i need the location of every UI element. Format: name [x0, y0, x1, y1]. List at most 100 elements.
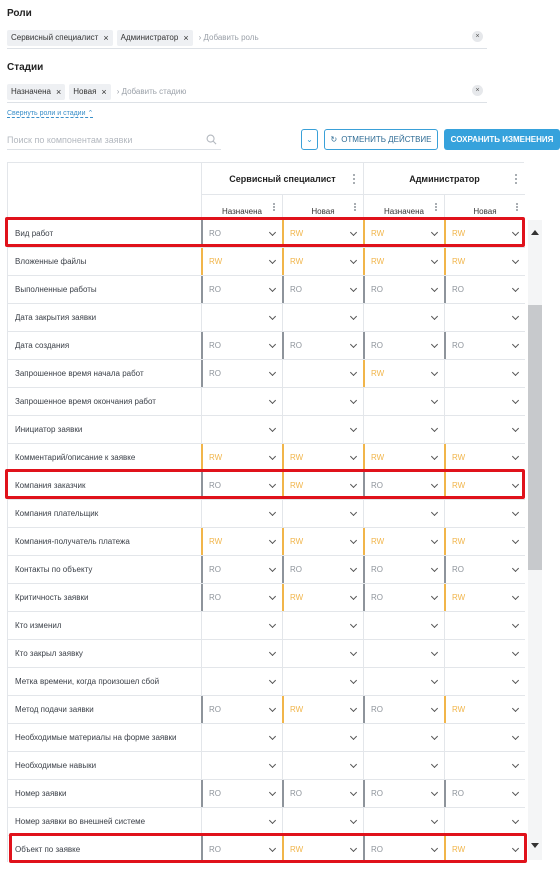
- remove-tag-icon[interactable]: ×: [183, 33, 188, 43]
- collapse-roles-stages-link[interactable]: Свернуть роли и стадии ⌃: [7, 109, 94, 118]
- kebab-menu-icon[interactable]: [354, 203, 357, 211]
- permission-select[interactable]: RO: [201, 276, 282, 303]
- permission-select[interactable]: RW: [282, 248, 363, 275]
- permission-select[interactable]: RO: [282, 276, 363, 303]
- permission-select[interactable]: RO: [201, 360, 282, 387]
- remove-tag-icon[interactable]: ×: [103, 33, 108, 43]
- permission-select[interactable]: RW: [282, 220, 363, 247]
- kebab-menu-icon[interactable]: [353, 174, 356, 184]
- permission-select[interactable]: [201, 668, 282, 695]
- remove-tag-icon[interactable]: ×: [56, 87, 61, 97]
- clear-stages-icon[interactable]: ×: [472, 85, 483, 96]
- permission-select[interactable]: RO: [363, 276, 444, 303]
- permission-select[interactable]: RO: [201, 696, 282, 723]
- stages-selector[interactable]: Назначена × Новая × › Добавить стадию ×: [7, 81, 487, 103]
- permission-select[interactable]: [201, 304, 282, 331]
- permission-select[interactable]: [201, 416, 282, 443]
- permission-select[interactable]: [444, 360, 525, 387]
- permission-select[interactable]: RO: [444, 780, 525, 807]
- permission-select[interactable]: [363, 640, 444, 667]
- permission-select[interactable]: [444, 640, 525, 667]
- scroll-up-icon[interactable]: [531, 230, 539, 235]
- permission-select[interactable]: [282, 612, 363, 639]
- permission-select[interactable]: [444, 612, 525, 639]
- permission-select[interactable]: [444, 724, 525, 751]
- permission-select[interactable]: [444, 752, 525, 779]
- permission-select[interactable]: RW: [444, 248, 525, 275]
- permission-select[interactable]: [201, 388, 282, 415]
- permission-select[interactable]: [282, 304, 363, 331]
- permission-select[interactable]: RO: [201, 836, 282, 863]
- permission-select[interactable]: [444, 500, 525, 527]
- permission-select[interactable]: [363, 416, 444, 443]
- permission-select[interactable]: RW: [201, 444, 282, 471]
- permission-select[interactable]: RW: [282, 528, 363, 555]
- permission-select[interactable]: RW: [282, 584, 363, 611]
- search-icon[interactable]: [206, 134, 217, 145]
- permission-select[interactable]: RW: [444, 528, 525, 555]
- permission-select[interactable]: RW: [363, 360, 444, 387]
- clear-roles-icon[interactable]: ×: [472, 31, 483, 42]
- actions-dropdown-button[interactable]: ⌄: [301, 129, 318, 150]
- search-input[interactable]: [7, 131, 197, 145]
- kebab-menu-icon[interactable]: [435, 203, 438, 211]
- permission-select[interactable]: RO: [444, 332, 525, 359]
- permission-select[interactable]: [363, 612, 444, 639]
- remove-tag-icon[interactable]: ×: [101, 87, 106, 97]
- permission-select[interactable]: [363, 808, 444, 835]
- permission-select[interactable]: [201, 808, 282, 835]
- permission-select[interactable]: [444, 668, 525, 695]
- permission-select[interactable]: [363, 500, 444, 527]
- permission-select[interactable]: [282, 360, 363, 387]
- permission-select[interactable]: RO: [363, 556, 444, 583]
- permission-select[interactable]: RO: [201, 220, 282, 247]
- permission-select[interactable]: RW: [444, 836, 525, 863]
- permission-select[interactable]: [282, 500, 363, 527]
- scroll-down-icon[interactable]: [531, 843, 539, 848]
- roles-selector[interactable]: Сервисный специалист × Администратор × › Д…: [7, 27, 487, 49]
- permission-select[interactable]: [282, 724, 363, 751]
- permission-select[interactable]: [201, 500, 282, 527]
- permission-select[interactable]: RW: [282, 696, 363, 723]
- permission-select[interactable]: RW: [363, 444, 444, 471]
- scrollbar-thumb[interactable]: [528, 305, 542, 570]
- permission-select[interactable]: RW: [282, 472, 363, 499]
- kebab-menu-icon[interactable]: [516, 203, 519, 211]
- permission-select[interactable]: RO: [363, 332, 444, 359]
- permission-select[interactable]: [201, 612, 282, 639]
- permission-select[interactable]: RO: [282, 332, 363, 359]
- permission-select[interactable]: RO: [201, 472, 282, 499]
- permission-select[interactable]: [282, 388, 363, 415]
- permission-select[interactable]: RW: [201, 528, 282, 555]
- permission-select[interactable]: RW: [282, 444, 363, 471]
- permission-select[interactable]: RW: [444, 584, 525, 611]
- permission-select[interactable]: [282, 668, 363, 695]
- permission-select[interactable]: [282, 416, 363, 443]
- permission-select[interactable]: [444, 304, 525, 331]
- permission-select[interactable]: RO: [444, 556, 525, 583]
- permission-select[interactable]: RW: [444, 472, 525, 499]
- permission-select[interactable]: [363, 752, 444, 779]
- permission-select[interactable]: RO: [363, 696, 444, 723]
- add-stage-input[interactable]: › Добавить стадию: [117, 87, 187, 96]
- permission-select[interactable]: RO: [282, 556, 363, 583]
- undo-button[interactable]: ↻ ОТМЕНИТЬ ДЕЙСТВИЕ: [324, 129, 438, 150]
- permission-select[interactable]: RO: [201, 556, 282, 583]
- permission-select[interactable]: RO: [363, 472, 444, 499]
- permission-select[interactable]: RW: [282, 836, 363, 863]
- permission-select[interactable]: RO: [282, 780, 363, 807]
- permission-select[interactable]: [363, 668, 444, 695]
- permission-select[interactable]: [444, 808, 525, 835]
- permission-select[interactable]: [444, 416, 525, 443]
- kebab-menu-icon[interactable]: [273, 203, 276, 211]
- permission-select[interactable]: [201, 640, 282, 667]
- permission-select[interactable]: [201, 752, 282, 779]
- permission-select[interactable]: [282, 752, 363, 779]
- permission-select[interactable]: RW: [444, 444, 525, 471]
- permission-select[interactable]: RW: [363, 220, 444, 247]
- permission-select[interactable]: [444, 388, 525, 415]
- permission-select[interactable]: RW: [363, 528, 444, 555]
- permission-select[interactable]: RW: [444, 696, 525, 723]
- permission-select[interactable]: RO: [363, 836, 444, 863]
- permission-select[interactable]: [363, 724, 444, 751]
